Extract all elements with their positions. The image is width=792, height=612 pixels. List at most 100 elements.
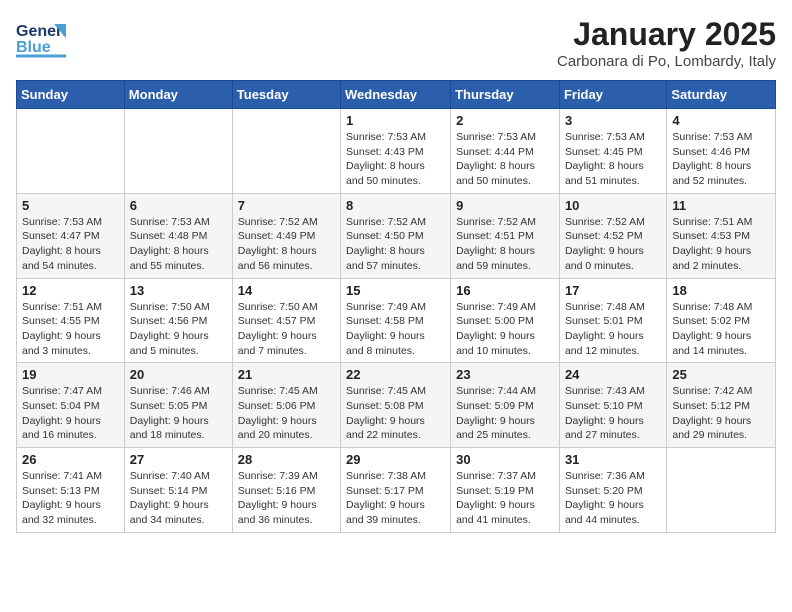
day-info: Sunrise: 7:41 AM Sunset: 5:13 PM Dayligh…: [22, 469, 119, 528]
daylight-text: Daylight: 9 hours and 41 minutes.: [456, 499, 535, 526]
daylight-text: Daylight: 8 hours and 50 minutes.: [346, 160, 425, 187]
sunrise-text: Sunrise: 7:44 AM: [456, 385, 536, 397]
sunrise-text: Sunrise: 7:52 AM: [346, 216, 426, 228]
calendar-cell: 4 Sunrise: 7:53 AM Sunset: 4:46 PM Dayli…: [667, 109, 776, 194]
sunset-text: Sunset: 5:02 PM: [672, 315, 750, 327]
header-thursday: Thursday: [451, 81, 560, 109]
calendar-cell: 15 Sunrise: 7:49 AM Sunset: 4:58 PM Dayl…: [341, 278, 451, 363]
day-number: 18: [672, 283, 770, 298]
calendar-cell: 25 Sunrise: 7:42 AM Sunset: 5:12 PM Dayl…: [667, 363, 776, 448]
week-row-4: 19 Sunrise: 7:47 AM Sunset: 5:04 PM Dayl…: [17, 363, 776, 448]
calendar-cell: 18 Sunrise: 7:48 AM Sunset: 5:02 PM Dayl…: [667, 278, 776, 363]
calendar-cell: 12 Sunrise: 7:51 AM Sunset: 4:55 PM Dayl…: [17, 278, 125, 363]
sunrise-text: Sunrise: 7:39 AM: [238, 470, 318, 482]
day-number: 23: [456, 367, 554, 382]
day-number: 11: [672, 198, 770, 213]
day-info: Sunrise: 7:53 AM Sunset: 4:46 PM Dayligh…: [672, 130, 770, 189]
sunrise-text: Sunrise: 7:52 AM: [456, 216, 536, 228]
daylight-text: Daylight: 9 hours and 22 minutes.: [346, 415, 425, 442]
sunrise-text: Sunrise: 7:41 AM: [22, 470, 102, 482]
calendar-cell: [124, 109, 232, 194]
calendar-cell: [667, 448, 776, 533]
day-info: Sunrise: 7:45 AM Sunset: 5:06 PM Dayligh…: [238, 384, 335, 443]
logo: General Blue: [16, 16, 70, 61]
calendar-cell: 2 Sunrise: 7:53 AM Sunset: 4:44 PM Dayli…: [451, 109, 560, 194]
sunrise-text: Sunrise: 7:48 AM: [672, 301, 752, 313]
title-section: January 2025 Carbonara di Po, Lombardy, …: [557, 16, 776, 70]
day-info: Sunrise: 7:53 AM Sunset: 4:45 PM Dayligh…: [565, 130, 661, 189]
day-number: 13: [130, 283, 227, 298]
week-row-3: 12 Sunrise: 7:51 AM Sunset: 4:55 PM Dayl…: [17, 278, 776, 363]
day-number: 3: [565, 113, 661, 128]
daylight-text: Daylight: 9 hours and 10 minutes.: [456, 330, 535, 357]
sunset-text: Sunset: 4:58 PM: [346, 315, 424, 327]
day-info: Sunrise: 7:49 AM Sunset: 5:00 PM Dayligh…: [456, 300, 554, 359]
sunset-text: Sunset: 5:16 PM: [238, 485, 316, 497]
sunset-text: Sunset: 4:57 PM: [238, 315, 316, 327]
sunrise-text: Sunrise: 7:36 AM: [565, 470, 645, 482]
day-info: Sunrise: 7:53 AM Sunset: 4:48 PM Dayligh…: [130, 215, 227, 274]
sunrise-text: Sunrise: 7:42 AM: [672, 385, 752, 397]
sunset-text: Sunset: 4:45 PM: [565, 146, 643, 158]
sunrise-text: Sunrise: 7:51 AM: [672, 216, 752, 228]
day-info: Sunrise: 7:53 AM Sunset: 4:47 PM Dayligh…: [22, 215, 119, 274]
calendar-cell: 3 Sunrise: 7:53 AM Sunset: 4:45 PM Dayli…: [559, 109, 666, 194]
day-number: 28: [238, 452, 335, 467]
day-number: 30: [456, 452, 554, 467]
day-number: 24: [565, 367, 661, 382]
day-number: 5: [22, 198, 119, 213]
day-info: Sunrise: 7:42 AM Sunset: 5:12 PM Dayligh…: [672, 384, 770, 443]
calendar-cell: 28 Sunrise: 7:39 AM Sunset: 5:16 PM Dayl…: [232, 448, 340, 533]
day-info: Sunrise: 7:52 AM Sunset: 4:50 PM Dayligh…: [346, 215, 445, 274]
day-info: Sunrise: 7:51 AM Sunset: 4:53 PM Dayligh…: [672, 215, 770, 274]
sunrise-text: Sunrise: 7:43 AM: [565, 385, 645, 397]
sunset-text: Sunset: 5:13 PM: [22, 485, 100, 497]
sunset-text: Sunset: 4:47 PM: [22, 230, 100, 242]
calendar-cell: 29 Sunrise: 7:38 AM Sunset: 5:17 PM Dayl…: [341, 448, 451, 533]
daylight-text: Daylight: 9 hours and 7 minutes.: [238, 330, 317, 357]
calendar-cell: 6 Sunrise: 7:53 AM Sunset: 4:48 PM Dayli…: [124, 193, 232, 278]
day-number: 21: [238, 367, 335, 382]
sunset-text: Sunset: 4:55 PM: [22, 315, 100, 327]
week-row-1: 1 Sunrise: 7:53 AM Sunset: 4:43 PM Dayli…: [17, 109, 776, 194]
sunset-text: Sunset: 4:43 PM: [346, 146, 424, 158]
sunrise-text: Sunrise: 7:52 AM: [238, 216, 318, 228]
daylight-text: Daylight: 9 hours and 14 minutes.: [672, 330, 751, 357]
day-number: 20: [130, 367, 227, 382]
calendar-cell: 8 Sunrise: 7:52 AM Sunset: 4:50 PM Dayli…: [341, 193, 451, 278]
sunrise-text: Sunrise: 7:50 AM: [238, 301, 318, 313]
calendar-cell: 23 Sunrise: 7:44 AM Sunset: 5:09 PM Dayl…: [451, 363, 560, 448]
day-number: 25: [672, 367, 770, 382]
sunrise-text: Sunrise: 7:45 AM: [238, 385, 318, 397]
daylight-text: Daylight: 8 hours and 51 minutes.: [565, 160, 644, 187]
sunset-text: Sunset: 4:52 PM: [565, 230, 643, 242]
day-info: Sunrise: 7:50 AM Sunset: 4:57 PM Dayligh…: [238, 300, 335, 359]
sunset-text: Sunset: 4:50 PM: [346, 230, 424, 242]
sunrise-text: Sunrise: 7:52 AM: [565, 216, 645, 228]
calendar-cell: 21 Sunrise: 7:45 AM Sunset: 5:06 PM Dayl…: [232, 363, 340, 448]
sunset-text: Sunset: 4:44 PM: [456, 146, 534, 158]
calendar-cell: 5 Sunrise: 7:53 AM Sunset: 4:47 PM Dayli…: [17, 193, 125, 278]
calendar-cell: 14 Sunrise: 7:50 AM Sunset: 4:57 PM Dayl…: [232, 278, 340, 363]
day-info: Sunrise: 7:44 AM Sunset: 5:09 PM Dayligh…: [456, 384, 554, 443]
daylight-text: Daylight: 9 hours and 0 minutes.: [565, 245, 644, 272]
daylight-text: Daylight: 9 hours and 39 minutes.: [346, 499, 425, 526]
sunrise-text: Sunrise: 7:38 AM: [346, 470, 426, 482]
day-info: Sunrise: 7:38 AM Sunset: 5:17 PM Dayligh…: [346, 469, 445, 528]
day-info: Sunrise: 7:46 AM Sunset: 5:05 PM Dayligh…: [130, 384, 227, 443]
calendar-cell: 17 Sunrise: 7:48 AM Sunset: 5:01 PM Dayl…: [559, 278, 666, 363]
day-info: Sunrise: 7:52 AM Sunset: 4:51 PM Dayligh…: [456, 215, 554, 274]
sunrise-text: Sunrise: 7:53 AM: [130, 216, 210, 228]
sunset-text: Sunset: 5:12 PM: [672, 400, 750, 412]
daylight-text: Daylight: 9 hours and 36 minutes.: [238, 499, 317, 526]
calendar-cell: 16 Sunrise: 7:49 AM Sunset: 5:00 PM Dayl…: [451, 278, 560, 363]
day-number: 7: [238, 198, 335, 213]
month-title: January 2025: [557, 16, 776, 53]
daylight-text: Daylight: 9 hours and 2 minutes.: [672, 245, 751, 272]
header-friday: Friday: [559, 81, 666, 109]
sunrise-text: Sunrise: 7:49 AM: [346, 301, 426, 313]
day-number: 29: [346, 452, 445, 467]
daylight-text: Daylight: 8 hours and 57 minutes.: [346, 245, 425, 272]
header-saturday: Saturday: [667, 81, 776, 109]
day-info: Sunrise: 7:43 AM Sunset: 5:10 PM Dayligh…: [565, 384, 661, 443]
